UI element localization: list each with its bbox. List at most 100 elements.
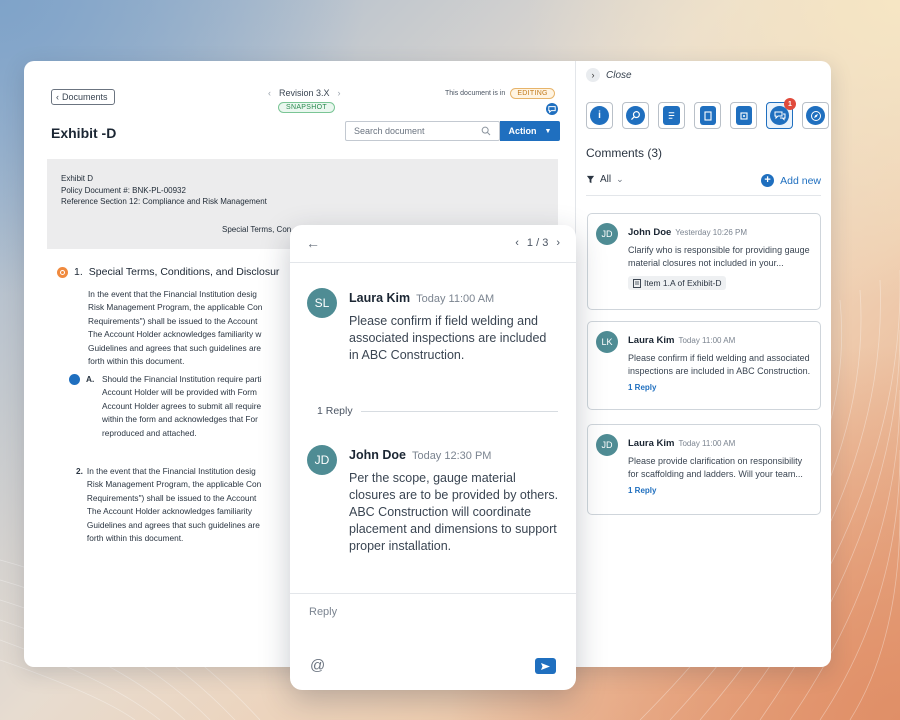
message-author: Laura Kim — [349, 291, 411, 305]
revision-switcher: ‹ Revision 3.X › — [268, 88, 341, 98]
next-revision-icon[interactable]: › — [338, 88, 341, 98]
comment-card[interactable]: LK Laura Kim Today 11:00 AM Please confir… — [587, 321, 821, 410]
comments-side-panel: › Close i 1 Comments (3) All ⌄ + Add new… — [575, 61, 831, 667]
tool-info[interactable]: i — [586, 102, 613, 129]
page-title: Exhibit -D — [51, 125, 117, 141]
send-button[interactable] — [535, 658, 556, 674]
tool-clipboard[interactable] — [694, 102, 721, 129]
thread-pager: ‹ 1 / 3 › — [515, 237, 560, 249]
section-number: 1. — [74, 266, 83, 278]
divider-line — [360, 410, 558, 412]
comments-heading: Comments (3) — [586, 146, 663, 160]
comment-meta: Laura Kim Today 11:00 AM — [628, 433, 812, 451]
comment-time: Today 11:00 AM — [678, 336, 736, 345]
action-label: Action — [508, 126, 537, 136]
reply-divider: 1 Reply — [317, 405, 558, 417]
message-meta: John Doe Today 12:30 PM — [349, 448, 491, 462]
comment-thread-popup: ← ‹ 1 / 3 › SL Laura Kim Today 11:00 AM P… — [290, 225, 576, 690]
add-new-comment-button[interactable]: + Add new — [761, 174, 821, 187]
search-document-input[interactable]: Search document — [345, 121, 500, 141]
filter-dropdown[interactable]: All ⌄ — [586, 174, 624, 185]
pager-label: 1 / 3 — [526, 237, 549, 249]
comment-time: Yesterday 10:26 PM — [675, 228, 748, 237]
document-status: This document is in EDITING — [445, 88, 555, 99]
subsection-text: Should the Financial Institution require… — [102, 374, 262, 438]
chevron-right-icon: › — [586, 68, 600, 82]
comment-meta: John Doe Yesterday 10:26 PM — [628, 222, 812, 240]
avatar: JD — [596, 223, 618, 245]
comment-author: Laura Kim — [628, 335, 675, 346]
compass-icon — [806, 106, 825, 125]
target-icon[interactable] — [57, 266, 68, 278]
comment-body: Please provide clarification on responsi… — [628, 456, 803, 479]
chevron-left-icon[interactable]: ‹ — [515, 237, 519, 249]
comment-bubble-icon[interactable] — [69, 374, 80, 385]
message-time: Today 12:30 PM — [411, 450, 492, 462]
search-icon — [481, 126, 491, 136]
comment-indicator-icon[interactable] — [546, 103, 558, 115]
tool-document[interactable] — [658, 102, 685, 129]
reply-composer[interactable]: Reply @ — [290, 593, 576, 690]
back-to-documents-button[interactable]: ‹ Documents — [51, 89, 115, 105]
tool-compass[interactable] — [802, 102, 829, 129]
tool-archive[interactable] — [730, 102, 757, 129]
comment-meta: Laura Kim Today 11:00 AM — [628, 330, 812, 348]
revision-label: Revision 3.X — [279, 88, 330, 98]
document-icon — [633, 278, 641, 288]
comment-reference-chip[interactable]: Item 1.A of Exhibit-D — [628, 276, 727, 290]
reply-count-link[interactable]: 1 Reply — [628, 486, 812, 495]
avatar: JD — [596, 434, 618, 456]
chevron-left-icon: ‹ — [56, 92, 59, 102]
search-icon — [626, 106, 645, 125]
document-icon — [663, 106, 680, 125]
clipboard-icon — [699, 106, 716, 125]
send-icon — [541, 662, 550, 670]
plus-icon: + — [761, 174, 775, 187]
filter-icon — [586, 175, 595, 184]
section-title: Special Terms, Conditions, and Disclosur — [88, 266, 280, 278]
subsection-a: A. Should the Financial Institution requ… — [69, 373, 262, 440]
reply-count-link[interactable]: 1 Reply — [628, 383, 812, 392]
message-meta: Laura Kim Today 11:00 AM — [349, 291, 494, 305]
reply-input[interactable]: Reply — [309, 606, 337, 618]
filter-label: All — [600, 174, 612, 185]
add-new-label: Add new — [780, 174, 821, 187]
tool-comments[interactable]: 1 — [766, 98, 796, 129]
tool-search[interactable] — [622, 102, 649, 129]
avatar: SL — [307, 288, 337, 318]
message-time: Today 11:00 AM — [416, 293, 495, 305]
section-1-heading: 1. Special Terms, Conditions, and Disclo… — [57, 266, 279, 278]
status-prefix: This document is in — [445, 90, 506, 97]
archive-icon — [735, 106, 752, 125]
prev-revision-icon[interactable]: ‹ — [268, 88, 271, 98]
comment-author: John Doe — [628, 227, 672, 238]
editing-badge: EDITING — [510, 88, 555, 99]
reply-count: 1 Reply — [317, 405, 353, 417]
header-center-text: Special Terms, Con — [222, 225, 292, 234]
item-text: In the event that the Financial Institut… — [86, 466, 262, 544]
close-panel-button[interactable]: › Close — [586, 68, 632, 82]
thread-header: ← ‹ 1 / 3 › — [290, 225, 576, 263]
avatar: LK — [596, 331, 618, 353]
action-button[interactable]: Action ▼ — [500, 121, 560, 141]
header-line: Policy Document #: BNK-PL-00932 — [61, 185, 186, 195]
search-placeholder: Search document — [354, 126, 425, 136]
subsection-label: A. — [86, 374, 95, 384]
comment-author: Laura Kim — [628, 438, 675, 449]
close-label: Close — [606, 69, 632, 81]
mention-icon[interactable]: @ — [310, 657, 325, 674]
comments-count-badge: 1 — [784, 98, 796, 110]
chevron-right-icon[interactable]: › — [556, 237, 560, 249]
avatar: JD — [307, 445, 337, 475]
message-body: Please confirm if field welding and asso… — [349, 314, 547, 362]
message-author: John Doe — [349, 448, 406, 462]
comments-filter-row: All ⌄ + Add new — [586, 174, 821, 196]
comment-card[interactable]: JD John Doe Yesterday 10:26 PM Clarify wh… — [587, 213, 821, 310]
comment-body: Clarify who is responsible for providing… — [628, 245, 810, 268]
section-1-paragraph: In the event that the Financial Institut… — [88, 289, 263, 367]
arrow-left-icon[interactable]: ← — [306, 235, 320, 251]
header-line: Reference Section 12: Compliance and Ris… — [61, 197, 267, 206]
comment-card[interactable]: JD Laura Kim Today 11:00 AM Please provid… — [587, 424, 821, 515]
info-icon: i — [590, 106, 609, 125]
comment-body: Please confirm if field welding and asso… — [628, 353, 811, 376]
